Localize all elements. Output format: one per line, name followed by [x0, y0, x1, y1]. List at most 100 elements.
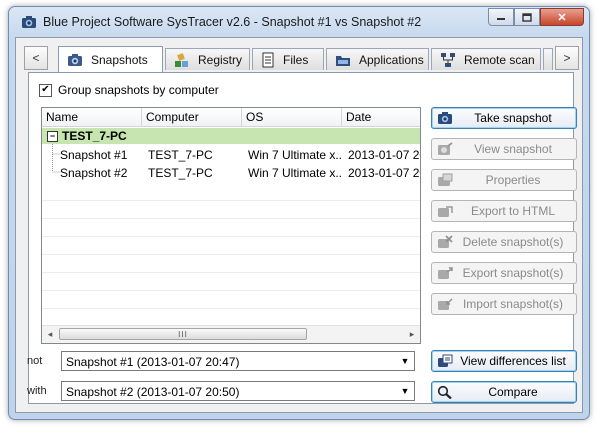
maximize-button[interactable] [514, 8, 540, 26]
caption-buttons: ✕ [488, 8, 584, 26]
snapshot-list[interactable]: Name Computer OS Date − TEST_7-PC Snapsh… [41, 107, 421, 344]
properties-icon [438, 173, 453, 186]
row-divider [42, 308, 420, 309]
cell-date: 2013-01-07 20: [348, 148, 420, 162]
button-label: Compare [488, 385, 538, 399]
export-html-button[interactable]: Export to HTML [431, 200, 577, 222]
maximize-icon [522, 12, 532, 22]
cell-name: Snapshot #2 [60, 166, 128, 180]
tab-registry[interactable]: Registry [165, 48, 250, 70]
camera-icon [68, 53, 82, 66]
main-window: Blue Project Software SysTracer v2.6 - S… [8, 6, 590, 420]
client-area: < Snapshots Registry Files Applications … [15, 37, 583, 413]
network-icon [441, 52, 455, 67]
tab-strip: < Snapshots Registry Files Applications … [16, 46, 582, 72]
table-row[interactable]: Snapshot #2 TEST_7-PC Win 7 Ultimate x..… [42, 164, 420, 182]
chevron-right-icon: > [563, 51, 571, 65]
export-html-icon [438, 206, 453, 217]
table-row[interactable]: Snapshot #1 TEST_7-PC Win 7 Ultimate x..… [42, 146, 420, 164]
collapse-icon[interactable]: − [47, 130, 58, 142]
tab-snapshots[interactable]: Snapshots [58, 46, 163, 72]
cell-date: 2013-01-07 20: [348, 166, 420, 180]
minimize-button[interactable] [488, 8, 514, 26]
camera-icon [22, 16, 36, 28]
group-by-computer-option[interactable]: ✔ Group snapshots by computer [39, 83, 219, 97]
files-icon [262, 52, 274, 67]
close-icon: ✕ [557, 11, 567, 24]
cell-os: Win 7 Ultimate x... [248, 166, 342, 180]
button-label: Delete snapshot(s) [462, 235, 564, 249]
take-snapshot-button[interactable]: Take snapshot [431, 107, 577, 129]
button-label: Take snapshot [474, 111, 552, 125]
compare-first-label: not [27, 355, 43, 367]
title-bar[interactable]: Blue Project Software SysTracer v2.6 - S… [9, 7, 589, 37]
cell-computer: TEST_7-PC [148, 166, 213, 180]
chevron-left-icon: < [32, 51, 40, 65]
snapshots-panel: ✔ Group snapshots by computer Name Compu… [27, 72, 577, 404]
tab-remote-scan[interactable]: Remote scan [431, 48, 541, 70]
delete-snapshots-button[interactable]: Delete snapshot(s) [431, 231, 577, 253]
column-header-os[interactable]: OS [242, 108, 342, 126]
first-snapshot-select[interactable]: Snapshot #1 (2013-01-07 20:47) ▼ [61, 351, 415, 371]
button-label: View snapshot [474, 142, 552, 156]
window-title: Blue Project Software SysTracer v2.6 - S… [43, 15, 422, 29]
delete-icon [438, 235, 453, 248]
row-divider [42, 218, 420, 219]
column-header-date[interactable]: Date [342, 108, 420, 126]
view-snapshot-icon [438, 142, 453, 155]
tab-scroll-left-button[interactable]: < [24, 46, 48, 70]
column-header-name[interactable]: Name [42, 108, 142, 126]
row-divider [42, 236, 420, 237]
compare-button[interactable]: Compare [431, 381, 577, 403]
row-divider [42, 200, 420, 201]
horizontal-scrollbar[interactable]: ◂ III ▸ [42, 325, 420, 343]
magnifier-icon [437, 385, 452, 399]
cell-computer: TEST_7-PC [148, 148, 213, 162]
tab-label: Registry [198, 52, 243, 67]
import-snapshots-button[interactable]: Import snapshot(s) [431, 293, 577, 315]
tab-label: Remote scan [464, 52, 535, 67]
tab-hidden-partial[interactable] [543, 48, 553, 70]
view-differences-button[interactable]: View differences list [431, 350, 577, 372]
minimize-icon [497, 18, 505, 20]
group-label: TEST_7-PC [62, 129, 127, 143]
row-divider [42, 290, 420, 291]
column-header-computer[interactable]: Computer [142, 108, 242, 126]
tab-label: Files [283, 52, 309, 67]
button-label: Properties [485, 173, 541, 187]
group-row[interactable]: − TEST_7-PC [42, 128, 420, 144]
tab-scroll-right-button[interactable]: > [555, 46, 579, 70]
compare-second-label: with [27, 385, 47, 397]
scroll-thumb[interactable]: III [59, 328, 307, 340]
differences-icon [438, 354, 453, 367]
list-header: Name Computer OS Date [42, 108, 420, 127]
group-by-computer-checkbox[interactable]: ✔ [39, 83, 52, 97]
chevron-down-icon[interactable]: ▼ [397, 383, 413, 399]
second-snapshot-value: Snapshot #2 (2013-01-07 20:50) [66, 385, 240, 399]
registry-icon [175, 52, 188, 67]
tab-label: Snapshots [91, 52, 148, 67]
checkbox-label: Group snapshots by computer [58, 83, 219, 97]
button-label: Export snapshot(s) [462, 266, 564, 280]
camera-icon [438, 112, 452, 124]
properties-button[interactable]: Properties [431, 169, 577, 191]
first-snapshot-value: Snapshot #1 (2013-01-07 20:47) [66, 355, 240, 369]
import-icon [438, 298, 453, 310]
view-snapshot-button[interactable]: View snapshot [431, 138, 577, 160]
row-divider [42, 272, 420, 273]
second-snapshot-select[interactable]: Snapshot #2 (2013-01-07 20:50) ▼ [61, 381, 415, 401]
scroll-left-icon[interactable]: ◂ [42, 326, 58, 342]
cell-name: Snapshot #1 [60, 148, 128, 162]
export-snapshots-button[interactable]: Export snapshot(s) [431, 262, 577, 284]
row-divider [42, 254, 420, 255]
close-button[interactable]: ✕ [540, 8, 584, 26]
scroll-right-icon[interactable]: ▸ [404, 326, 420, 342]
export-icon [438, 267, 453, 279]
button-label: View differences list [460, 354, 566, 368]
tab-files[interactable]: Files [252, 48, 324, 70]
applications-icon [336, 55, 350, 66]
button-label: Import snapshot(s) [462, 297, 564, 311]
tab-applications[interactable]: Applications [326, 48, 429, 70]
chevron-down-icon[interactable]: ▼ [397, 353, 413, 369]
cell-os: Win 7 Ultimate x... [248, 148, 342, 162]
